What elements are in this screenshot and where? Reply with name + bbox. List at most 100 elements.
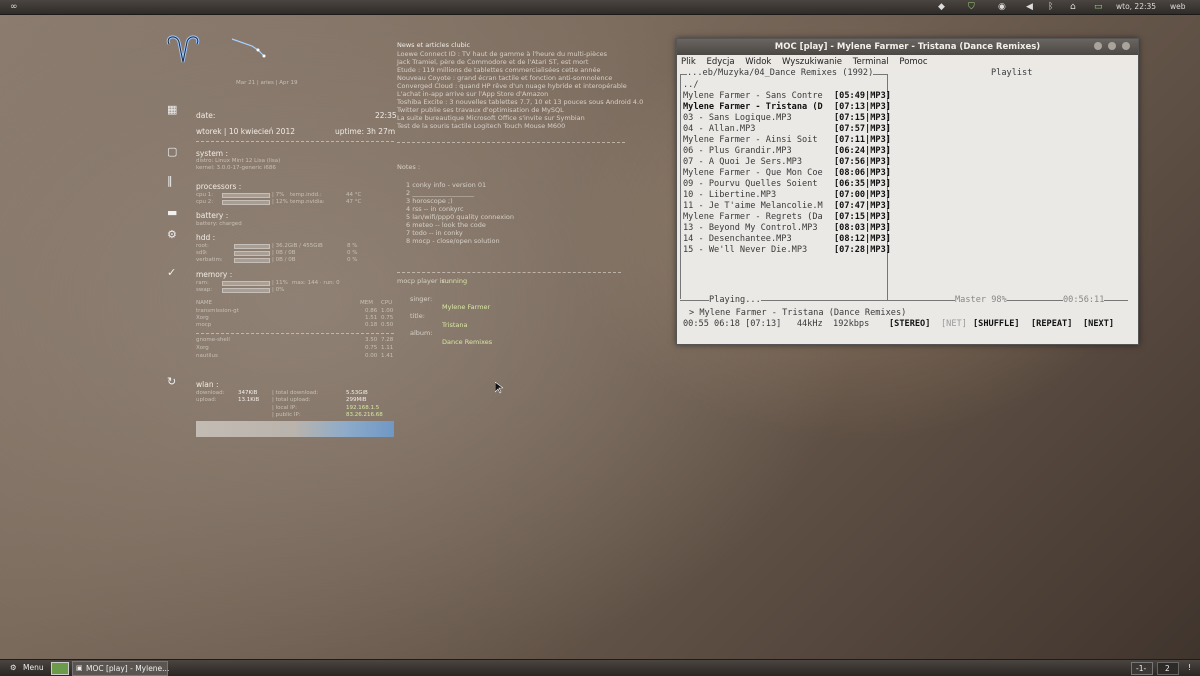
- track-row[interactable]: 11 - Je T'aime Melancolie.M [07:47|MP3]: [683, 201, 891, 212]
- track-row[interactable]: 09 - Pourvu Quelles Soient [06:35|MP3]: [683, 179, 891, 190]
- terminal-window[interactable]: MOC [play] - Mylene Farmer - Tristana (D…: [676, 38, 1139, 345]
- swap-label: swap:: [196, 287, 213, 293]
- aries-icon: [163, 32, 203, 70]
- menu-wyszukiwanie[interactable]: Wyszukiwanie: [782, 57, 842, 67]
- proc-mem: 1.51: [365, 315, 378, 321]
- terminal-titlebar[interactable]: MOC [play] - Mylene Farmer - Tristana (D…: [677, 39, 1138, 55]
- track-row[interactable]: 14 - Desenchantee.MP3 [08:12|MP3]: [683, 234, 891, 245]
- network-icon[interactable]: ◆: [938, 1, 945, 13]
- now-playing: > Mylene Farmer - Tristana (Dance Remixe…: [689, 308, 907, 318]
- news-item[interactable]: Toshiba Excite : 3 nouvelles tablettes 7…: [397, 98, 643, 106]
- singer-label: singer:: [410, 295, 433, 303]
- menu-edycja[interactable]: Edycja: [706, 57, 734, 67]
- gear-icon[interactable]: ⚙: [10, 663, 17, 672]
- cpu1-temp: 44 °C: [346, 192, 362, 198]
- track-row[interactable]: Mylene Farmer - Regrets (Da [07:15|MP3]: [683, 212, 891, 223]
- window-title: MOC [play] - Mylene Farmer - Tristana (D…: [774, 42, 1041, 52]
- notes-list: 1 conky info - version 01 2 ____________…: [406, 181, 514, 245]
- news-item[interactable]: Converged Cloud : quand HP rêve d'un nua…: [397, 82, 643, 90]
- proc-header-name: NAME: [196, 300, 213, 306]
- current-path: ...eb/Muzyka/04_Dance Remixes (1992): [687, 68, 874, 80]
- moc-interface[interactable]: ...eb/Muzyka/04_Dance Remixes (1992) Pla…: [679, 68, 1131, 340]
- proc-cpu: 0.75: [381, 315, 394, 321]
- proc-cpu: 0.50: [381, 322, 394, 328]
- master-volume[interactable]: Master 98%: [955, 295, 1007, 307]
- track-row[interactable]: 06 - Plus Grandir.MP3 [06:24|MP3]: [683, 146, 891, 157]
- upload-value: 13.1KiB: [238, 397, 260, 403]
- parent-dir[interactable]: ../: [683, 80, 699, 91]
- flag-stereo: [STEREO]: [889, 319, 931, 329]
- battery-label: battery :: [196, 211, 229, 220]
- local-ip-label: | local IP:: [272, 405, 297, 411]
- cpu1-label: cpu 1:: [196, 192, 214, 198]
- moon-line: Mar 21 | aries | Apr 19: [236, 80, 298, 86]
- track-row[interactable]: 04 - Allan.MP3 [07:57|MP3]: [683, 124, 891, 135]
- bluetooth-icon[interactable]: ᛒ: [1048, 1, 1053, 13]
- terminal-menubar: Plik Edycja Widok Wyszukiwanie Terminal …: [677, 55, 1138, 69]
- usb-icon[interactable]: ⌂: [1070, 1, 1076, 13]
- track-row[interactable]: Mylene Farmer - Ainsi Soit [07:11|MP3]: [683, 135, 891, 146]
- news-item[interactable]: Loewe Connect ID : TV haut de gamme à l'…: [397, 50, 643, 58]
- track-row[interactable]: 10 - Libertine.MP3 [07:00|MP3]: [683, 190, 891, 201]
- close-button[interactable]: [1122, 42, 1130, 50]
- proc-name: transmission-gt: [196, 308, 239, 314]
- hdd-verbatim-bar: [234, 258, 270, 263]
- news-item[interactable]: Twitter publie ses travaux d'optimisatio…: [397, 106, 643, 114]
- ram-vals: | 11%: [272, 280, 288, 286]
- proc-name: Xorg: [196, 345, 209, 351]
- track-row[interactable]: 07 - A Quoi Je Sers.MP3 [07:56|MP3]: [683, 157, 891, 168]
- track-row[interactable]: 03 - Sans Logique.MP3 [07:15|MP3]: [683, 113, 891, 124]
- terminal-icon: ▣: [76, 664, 83, 672]
- uptime-value: uptime: 3h 27m: [335, 127, 396, 136]
- show-desktop-icon[interactable]: [51, 662, 69, 675]
- volume-icon[interactable]: ◀: [1026, 1, 1033, 13]
- track-row[interactable]: 15 - We'll Never Die.MP3 [07:28|MP3]: [683, 245, 891, 256]
- wlan-label: wlan :: [196, 380, 219, 389]
- news-item[interactable]: L'achat in-app arrive sur l'App Store d'…: [397, 90, 643, 98]
- total-upload-label: | total upload:: [272, 397, 311, 403]
- battery-icon[interactable]: ▭: [1094, 1, 1103, 13]
- mocp-status: running: [442, 277, 468, 285]
- singer-value: Mylene Farmer: [442, 303, 491, 311]
- proc-cpu: 1.41: [381, 353, 394, 359]
- playing-label: Playing...: [709, 295, 761, 307]
- menu-terminal[interactable]: Terminal: [853, 57, 889, 67]
- note-item: 3 horoscope ;): [406, 197, 453, 205]
- track-row[interactable]: Mylene Farmer - Sans Contre [05:49|MP3]: [683, 91, 891, 102]
- track-row-selected[interactable]: Mylene Farmer - Tristana (D [07:13|MP3]: [683, 102, 891, 113]
- minimize-button[interactable]: [1094, 42, 1102, 50]
- disc-icon[interactable]: ◉: [998, 1, 1006, 13]
- cpu1-pct: | 7%: [272, 192, 285, 198]
- news-item[interactable]: Nouveau Coyote : grand écran tactile et …: [397, 74, 643, 82]
- news-item[interactable]: Test de la souris tactile Logitech Touch…: [397, 122, 643, 130]
- menu-pomoc[interactable]: Pomoc: [899, 57, 927, 67]
- menu-plik[interactable]: Plik: [681, 57, 696, 67]
- note-item: 4 rss -- in conkyrc: [406, 205, 464, 213]
- menu-widok[interactable]: Widok: [745, 57, 771, 67]
- maximize-button[interactable]: [1108, 42, 1116, 50]
- workspace-2[interactable]: 2: [1157, 662, 1179, 675]
- swap-bar: [222, 288, 270, 293]
- link-icon[interactable]: ∞: [10, 1, 18, 13]
- workspace-1[interactable]: -1-: [1131, 662, 1153, 675]
- hdd-root-vals: | 36.2GiB / 455GiB: [272, 243, 323, 249]
- shield-icon[interactable]: ⛉: [968, 1, 975, 13]
- news-item[interactable]: La suite bureautique Microsoft Office s'…: [397, 114, 643, 122]
- refresh-icon: ↻: [167, 375, 177, 388]
- track-row[interactable]: Mylene Farmer - Que Mon Coe [08:06|MP3]: [683, 168, 891, 179]
- hdd-verbatim-vals: | 0B / 0B: [272, 257, 296, 263]
- flag-repeat: [REPEAT]: [1031, 319, 1073, 329]
- taskbar-item[interactable]: ▣ MOC [play] - Mylene...: [72, 661, 169, 676]
- tray-alert[interactable]: !: [1188, 663, 1191, 672]
- news-item[interactable]: Etude : 119 millions de tablettes commer…: [397, 66, 643, 74]
- track-row[interactable]: 13 - Beyond My Control.MP3 [08:03|MP3]: [683, 223, 891, 234]
- clock[interactable]: wto, 22:35: [1116, 2, 1156, 11]
- news-title: News et articles clubic: [397, 41, 471, 49]
- menu-button[interactable]: Menu: [23, 663, 44, 672]
- cpu2-pct: | 12%: [272, 199, 288, 205]
- web-label[interactable]: web: [1170, 2, 1186, 11]
- check-icon: ✓: [167, 266, 177, 279]
- album-value: Dance Remixes: [442, 338, 493, 346]
- news-item[interactable]: Jack Tramiel, père de Commodore et de l'…: [397, 58, 643, 66]
- note-item: 1 conky info - version 01: [406, 181, 487, 189]
